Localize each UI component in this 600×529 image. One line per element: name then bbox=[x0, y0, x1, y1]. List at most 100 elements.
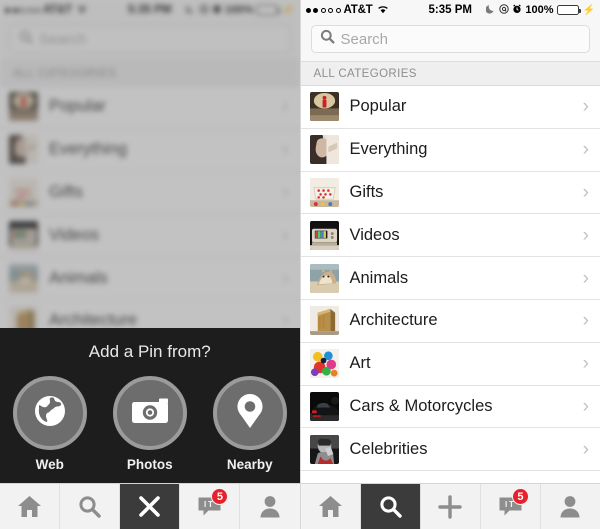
home-icon bbox=[318, 495, 343, 518]
web-button[interactable] bbox=[12, 376, 87, 450]
black-sports-car-photo bbox=[309, 391, 339, 421]
category-row-animals[interactable]: Animals › bbox=[300, 257, 600, 300]
add-pin-option-web[interactable]: Web bbox=[12, 376, 87, 472]
category-row-art[interactable]: Art › bbox=[300, 342, 600, 386]
moon-icon bbox=[185, 4, 196, 17]
alarm-icon bbox=[212, 4, 222, 17]
nearby-button[interactable] bbox=[212, 376, 287, 450]
chevron-right-icon: › bbox=[282, 139, 289, 161]
category-label: Popular bbox=[49, 97, 106, 116]
svg-text:I: I bbox=[204, 500, 206, 509]
alarm-icon bbox=[512, 4, 522, 17]
modern-building-photo bbox=[309, 306, 339, 336]
tab-messages[interactable]: IT5 bbox=[481, 484, 541, 529]
signal-dot bbox=[335, 7, 341, 13]
category-row-videos[interactable]: Videos › bbox=[0, 214, 300, 258]
category-row-cars-motorcycles[interactable]: Cars & Motorcycles › bbox=[300, 385, 600, 429]
web-label: Web bbox=[35, 457, 64, 472]
tab-add[interactable] bbox=[421, 484, 481, 529]
status-bar: AT&T 5:35 PM 100% ⚡ bbox=[0, 0, 300, 20]
tab-profile[interactable] bbox=[541, 484, 600, 529]
category-label: Gifts bbox=[349, 182, 384, 201]
category-row-gifts[interactable]: Gifts › bbox=[0, 171, 300, 215]
signal-dot bbox=[305, 7, 311, 13]
category-row-popular[interactable]: Popular › bbox=[0, 86, 300, 129]
battery-nub bbox=[278, 9, 281, 13]
location-icon bbox=[199, 3, 209, 17]
add-pin-title: Add a Pin from? bbox=[88, 342, 211, 361]
add-pin-sheet: Add a Pin from? Web Photos Nearby bbox=[0, 328, 300, 483]
category-label: Everything bbox=[349, 140, 428, 159]
tab-profile[interactable] bbox=[240, 484, 299, 529]
carrier-label: AT&T bbox=[343, 4, 373, 16]
man-portrait-bw-photo bbox=[309, 434, 339, 464]
map-pin-icon bbox=[233, 391, 267, 436]
category-row-architecture[interactable]: Architecture › bbox=[300, 299, 600, 343]
category-row-popular[interactable]: Popular › bbox=[300, 86, 600, 129]
globe-icon bbox=[31, 392, 69, 435]
tab-close[interactable] bbox=[120, 484, 181, 529]
category-label: Popular bbox=[349, 97, 407, 116]
nearby-label: Nearby bbox=[226, 457, 273, 472]
category-label: Cars & Motorcycles bbox=[349, 396, 493, 415]
status-bar-left: AT&T bbox=[305, 4, 389, 17]
status-bar-right: 100% ⚡ bbox=[185, 3, 295, 17]
chevron-right-icon: › bbox=[282, 224, 289, 246]
category-row-gifts[interactable]: Gifts › bbox=[300, 171, 600, 215]
tab-home[interactable] bbox=[0, 484, 61, 529]
category-label: Animals bbox=[49, 268, 108, 287]
add-pin-option-photos[interactable]: Photos bbox=[112, 376, 187, 472]
category-row-celebrities[interactable]: Celebrities › bbox=[300, 428, 600, 472]
right-phone-screen: AT&T 5:35 PM 100% ⚡ Search ALL CATEGORIE… bbox=[300, 0, 600, 529]
category-row-animals[interactable]: Animals › bbox=[0, 257, 300, 300]
signal-dot bbox=[328, 7, 333, 13]
person-icon bbox=[559, 495, 581, 518]
dual-screenshot-stage: AT&T 5:35 PM 100% ⚡ Search ALL CATEGORIE… bbox=[0, 0, 600, 529]
location-icon bbox=[499, 3, 510, 17]
red-figure-on-road-photo bbox=[9, 92, 38, 122]
category-list: Popular › Everything › Gifts › Videos › Animals ›… bbox=[300, 86, 600, 472]
category-label: Videos bbox=[49, 225, 100, 244]
section-header-all-categories: ALL CATEGORIES bbox=[300, 61, 600, 86]
person-icon bbox=[259, 495, 281, 518]
search-placeholder: Search bbox=[340, 30, 389, 48]
category-label: Animals bbox=[349, 268, 409, 287]
wifi-icon bbox=[76, 4, 88, 17]
retro-tv-photo bbox=[309, 220, 339, 250]
chevron-right-icon: › bbox=[582, 438, 589, 460]
category-row-everything[interactable]: Everything › bbox=[300, 128, 600, 172]
chevron-right-icon: › bbox=[582, 395, 589, 417]
tab-search[interactable] bbox=[60, 484, 121, 529]
retro-tv-photo bbox=[9, 220, 38, 250]
carrier-label: AT&T bbox=[43, 4, 73, 16]
signal-dot bbox=[320, 7, 326, 13]
signal-strength-dots bbox=[305, 7, 341, 13]
search-bar[interactable]: Search bbox=[10, 25, 290, 53]
battery-icon bbox=[256, 5, 281, 15]
search-icon bbox=[19, 30, 33, 49]
tab-home[interactable] bbox=[301, 484, 361, 529]
photos-label: Photos bbox=[126, 457, 173, 472]
category-label: Gifts bbox=[49, 182, 83, 201]
tab-messages[interactable]: IT5 bbox=[180, 484, 241, 529]
search-container: Search bbox=[0, 20, 300, 61]
search-icon bbox=[379, 495, 402, 518]
category-label: Architecture bbox=[349, 311, 438, 330]
category-label: Videos bbox=[349, 225, 400, 244]
search-bar[interactable]: Search bbox=[310, 25, 590, 53]
bottom-tab-bar: IT5 bbox=[0, 483, 300, 529]
chevron-right-icon: › bbox=[582, 267, 589, 289]
person-hand-photo bbox=[309, 135, 339, 165]
lightning-bolt-icon: ⚡ bbox=[282, 4, 295, 16]
status-bar-right: 100% ⚡ bbox=[485, 3, 595, 17]
tab-search[interactable] bbox=[360, 484, 421, 529]
chevron-right-icon: › bbox=[282, 96, 289, 118]
add-pin-option-nearby[interactable]: Nearby bbox=[212, 376, 287, 472]
add-pin-options: Web Photos Nearby bbox=[12, 376, 287, 472]
chevron-right-icon: › bbox=[582, 181, 589, 203]
chevron-right-icon: › bbox=[282, 267, 289, 289]
battery-icon bbox=[556, 5, 581, 15]
category-row-everything[interactable]: Everything › bbox=[0, 128, 300, 172]
category-row-videos[interactable]: Videos › bbox=[300, 214, 600, 258]
photos-button[interactable] bbox=[112, 376, 187, 450]
